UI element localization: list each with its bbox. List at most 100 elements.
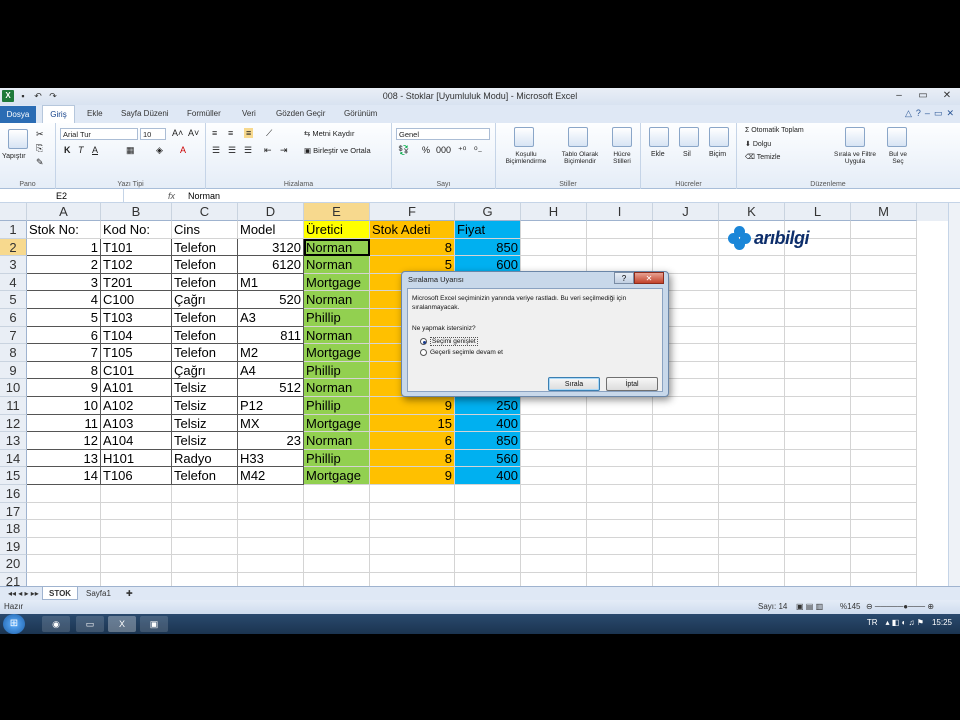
- empty-cell[interactable]: [172, 537, 238, 556]
- empty-cell[interactable]: [101, 573, 172, 586]
- currency-icon[interactable]: 💱: [398, 145, 409, 156]
- empty-cell[interactable]: [653, 555, 719, 573]
- empty-cell[interactable]: [27, 555, 101, 573]
- data-cell[interactable]: Telefon: [172, 238, 238, 257]
- formula-input[interactable]: Norman: [188, 189, 220, 203]
- start-button-icon[interactable]: ⊞: [3, 614, 25, 634]
- data-cell[interactable]: T102: [101, 256, 172, 274]
- merge-center-button[interactable]: ▣ Birleştir ve Ortala: [304, 146, 371, 155]
- column-header-h[interactable]: H: [521, 203, 587, 221]
- data-cell[interactable]: T103: [101, 309, 172, 327]
- data-cell[interactable]: 400: [455, 414, 521, 433]
- data-cell[interactable]: Çağrı: [172, 291, 238, 309]
- empty-cell[interactable]: [719, 273, 785, 292]
- column-header-i[interactable]: I: [587, 203, 653, 221]
- align-center-icon[interactable]: ☰: [228, 145, 236, 156]
- header-cell[interactable]: Cins: [172, 221, 238, 239]
- empty-cell[interactable]: [851, 344, 917, 362]
- data-cell[interactable]: 811: [238, 326, 304, 345]
- row-header-13[interactable]: 13: [0, 432, 27, 450]
- increase-indent-icon[interactable]: ⇥: [280, 145, 288, 156]
- format-as-table-icon[interactable]: [568, 127, 588, 147]
- empty-cell[interactable]: [304, 555, 370, 573]
- data-cell[interactable]: 3: [27, 273, 101, 292]
- cut-icon[interactable]: ✂: [36, 129, 44, 140]
- data-cell[interactable]: 15: [370, 414, 455, 433]
- empty-cell[interactable]: [719, 344, 785, 362]
- empty-cell[interactable]: [785, 309, 851, 327]
- empty-cell[interactable]: [851, 555, 917, 573]
- empty-cell[interactable]: [719, 414, 785, 433]
- data-cell[interactable]: 6: [370, 432, 455, 450]
- data-cell[interactable]: Mortgage: [304, 467, 370, 485]
- delete-cells-button[interactable]: Sil: [683, 151, 691, 158]
- empty-cell[interactable]: [851, 379, 917, 397]
- empty-cell[interactable]: [238, 485, 304, 503]
- empty-cell[interactable]: [521, 537, 587, 556]
- data-cell[interactable]: 9: [370, 397, 455, 415]
- bold-icon[interactable]: K: [64, 145, 71, 155]
- align-top-icon[interactable]: ≡: [212, 128, 217, 138]
- data-cell[interactable]: 850: [455, 238, 521, 257]
- empty-cell[interactable]: [851, 537, 917, 556]
- window-restore-icon[interactable]: ▭: [934, 108, 943, 119]
- row-header-7[interactable]: 7: [0, 326, 27, 345]
- number-format-field[interactable]: Genel: [396, 128, 490, 140]
- empty-cell[interactable]: [653, 238, 719, 257]
- maximize-icon[interactable]: ▭: [912, 89, 934, 103]
- empty-cell[interactable]: [455, 555, 521, 573]
- format-cells-icon[interactable]: [709, 127, 729, 147]
- data-cell[interactable]: 23: [238, 432, 304, 450]
- data-cell[interactable]: 9: [27, 379, 101, 397]
- data-cell[interactable]: 7: [27, 344, 101, 362]
- data-cell[interactable]: T105: [101, 344, 172, 362]
- empty-cell[interactable]: [172, 573, 238, 586]
- taskbar-excel-icon[interactable]: X: [108, 616, 136, 632]
- data-cell[interactable]: A3: [238, 309, 304, 327]
- empty-cell[interactable]: [521, 485, 587, 503]
- empty-cell[interactable]: [719, 520, 785, 538]
- empty-cell[interactable]: [521, 467, 587, 485]
- empty-cell[interactable]: [587, 555, 653, 573]
- tab-page-layout[interactable]: Sayfa Düzeni: [121, 109, 169, 118]
- column-header-a[interactable]: A: [27, 203, 101, 221]
- empty-cell[interactable]: [587, 467, 653, 485]
- empty-cell[interactable]: [851, 256, 917, 274]
- sort-filter-icon[interactable]: [845, 127, 865, 147]
- empty-cell[interactable]: [851, 467, 917, 485]
- data-cell[interactable]: Telefon: [172, 273, 238, 292]
- data-cell[interactable]: Phillip: [304, 361, 370, 380]
- data-cell[interactable]: T201: [101, 273, 172, 292]
- taskbar-chrome-icon[interactable]: ◉: [42, 616, 70, 632]
- empty-cell[interactable]: [851, 397, 917, 415]
- empty-cell[interactable]: [370, 555, 455, 573]
- empty-cell[interactable]: [101, 537, 172, 556]
- row-header-5[interactable]: 5: [0, 291, 27, 309]
- tab-review[interactable]: Gözden Geçir: [276, 109, 325, 118]
- data-cell[interactable]: A4: [238, 361, 304, 380]
- empty-cell[interactable]: [851, 449, 917, 468]
- empty-cell[interactable]: [653, 485, 719, 503]
- empty-cell[interactable]: [27, 573, 101, 586]
- empty-cell[interactable]: [587, 537, 653, 556]
- empty-cell[interactable]: [719, 361, 785, 380]
- row-header-12[interactable]: 12: [0, 414, 27, 433]
- tab-insert[interactable]: Ekle: [87, 109, 103, 118]
- data-cell[interactable]: M2: [238, 344, 304, 362]
- empty-cell[interactable]: [653, 449, 719, 468]
- empty-cell[interactable]: [172, 485, 238, 503]
- column-header-l[interactable]: L: [785, 203, 851, 221]
- row-header-14[interactable]: 14: [0, 449, 27, 468]
- header-cell[interactable]: Model: [238, 221, 304, 239]
- sheet-tab-sayfa1[interactable]: Sayfa1: [80, 587, 117, 600]
- empty-cell[interactable]: [101, 520, 172, 538]
- row-header-8[interactable]: 8: [0, 344, 27, 362]
- data-cell[interactable]: 250: [455, 397, 521, 415]
- option-continue-selection[interactable]: Geçerli seçimle devam et: [420, 349, 503, 356]
- tray-icons[interactable]: ▴ ◧ ◐ ♫ ⚑: [886, 618, 924, 627]
- header-cell[interactable]: Stok Adeti: [370, 221, 455, 239]
- conditional-format-icon[interactable]: [514, 127, 534, 147]
- empty-cell[interactable]: [785, 256, 851, 274]
- taskbar-explorer-icon[interactable]: ▭: [76, 616, 104, 632]
- empty-cell[interactable]: [719, 573, 785, 586]
